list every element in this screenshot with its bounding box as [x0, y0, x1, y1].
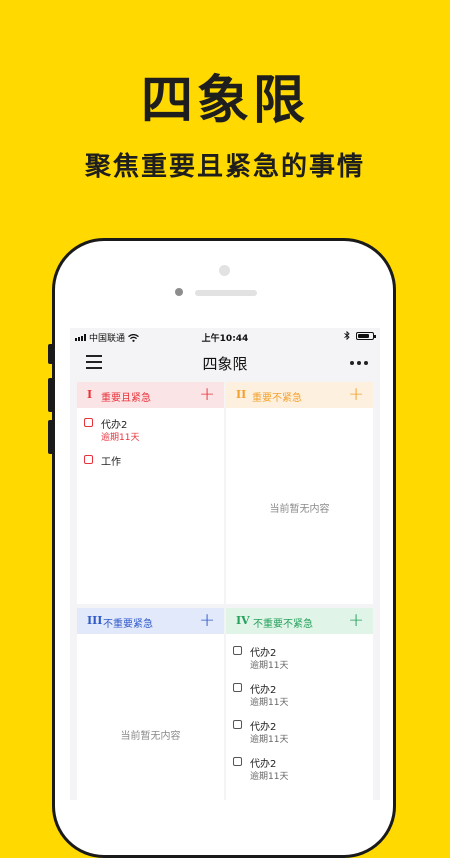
task-overdue-label: 逾期11天 — [250, 698, 289, 708]
quadrant-1-label: 重要且紧急 — [101, 393, 151, 404]
promo-subtitle: 聚焦重要且紧急的事情 — [84, 152, 365, 182]
nav-title: 四象限 — [202, 355, 248, 373]
quadrant-4: IV 不重要不紧急 + 代办2 逾期11天 代办2 逾期11天 代办2 逾期11… — [226, 608, 373, 800]
quadrant-2-numeral: II — [236, 388, 247, 401]
quadrant-2-add-button[interactable]: + — [348, 383, 364, 405]
task-overdue-label: 逾期11天 — [250, 735, 289, 745]
quadrant-1-add-button[interactable]: + — [199, 383, 215, 405]
task-name: 代办2 — [101, 420, 128, 431]
task-name: 工作 — [101, 457, 121, 468]
quadrant-2-header: II 重要不紧急 + — [226, 382, 373, 408]
quadrant-4-add-button[interactable]: + — [348, 609, 364, 631]
task-overdue-label: 逾期11天 — [250, 661, 289, 671]
bluetooth-icon — [344, 331, 350, 340]
task-name: 代办2 — [250, 648, 277, 659]
task-name: 代办2 — [250, 685, 277, 696]
quadrant-3-empty-text: 当前暂无内容 — [120, 731, 181, 742]
quadrant-3-add-button[interactable]: + — [199, 609, 215, 631]
task-overdue-label: 逾期11天 — [101, 433, 140, 443]
task-checkbox[interactable] — [84, 455, 93, 464]
phone-sensor — [175, 288, 183, 296]
task-checkbox[interactable] — [233, 757, 242, 766]
quadrant-4-numeral: IV — [236, 614, 250, 627]
promo-title: 四象限 — [140, 71, 309, 131]
task-checkbox[interactable] — [233, 683, 242, 692]
quadrant-2: II 重要不紧急 + 当前暂无内容 — [226, 382, 373, 604]
task-checkbox[interactable] — [84, 418, 93, 427]
quadrant-1-numeral: I — [87, 388, 93, 401]
quadrant-1: I 重要且紧急 + 代办2 逾期11天 工作 — [77, 382, 224, 604]
quadrant-4-label: 不重要不紧急 — [253, 619, 313, 630]
quadrant-3-label: 不重要紧急 — [103, 619, 153, 630]
battery-fill — [358, 333, 370, 338]
phone-camera — [219, 265, 230, 276]
more-icon[interactable] — [350, 361, 368, 365]
nav-bar: 四象限 — [70, 344, 380, 382]
quadrant-3-numeral: III — [87, 614, 103, 627]
phone-speaker — [195, 290, 257, 296]
status-bar: 中国联通 上午10:44 — [70, 328, 380, 344]
quadrant-3: III 不重要紧急 + 当前暂无内容 — [77, 608, 224, 800]
quadrant-2-empty-text: 当前暂无内容 — [269, 504, 330, 515]
app-screen: 中国联通 上午10:44 四象限 I 重要且紧急 + 代办2 逾期11天 工作 … — [70, 328, 380, 800]
quadrant-3-header: III 不重要紧急 + — [77, 608, 224, 634]
task-overdue-label: 逾期11天 — [250, 772, 289, 782]
task-checkbox[interactable] — [233, 646, 242, 655]
quadrant-1-header: I 重要且紧急 + — [77, 382, 224, 408]
task-name: 代办2 — [250, 759, 277, 770]
task-name: 代办2 — [250, 722, 277, 733]
task-checkbox[interactable] — [233, 720, 242, 729]
quadrant-2-label: 重要不紧急 — [252, 393, 302, 404]
quadrant-4-header: IV 不重要不紧急 + — [226, 608, 373, 634]
status-time: 上午10:44 — [201, 334, 249, 344]
battery-icon — [356, 331, 376, 340]
